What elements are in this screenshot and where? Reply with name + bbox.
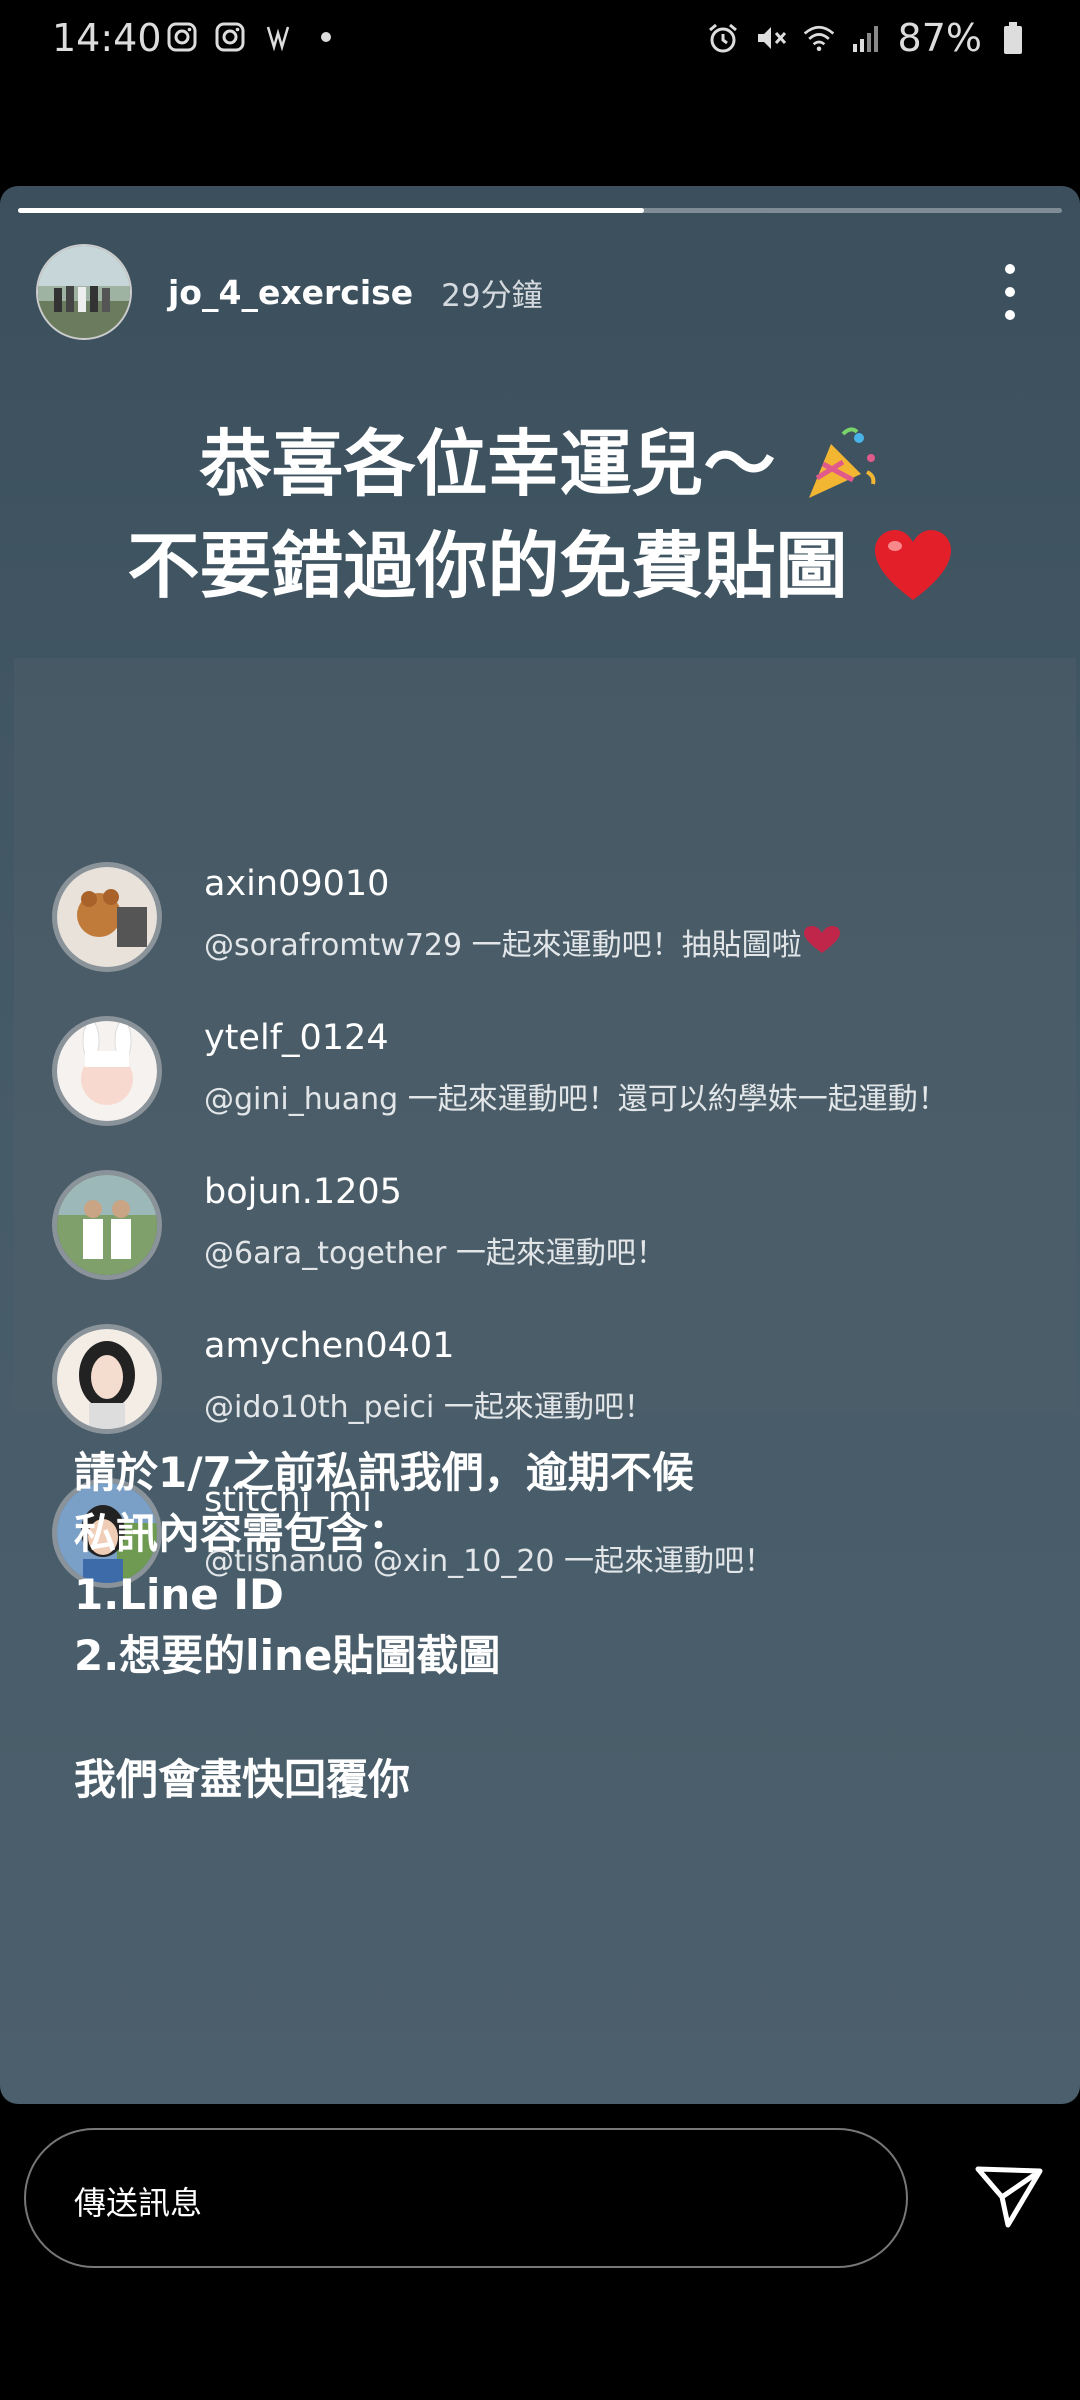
story-viewer[interactable]: jo_4_exercise 29分鐘 恭喜各位幸運兒～ 不要錯過你的免費貼圖 a…: [0, 186, 1080, 2104]
list-item: amychen0401 @ido10th_peici 一起來運動吧！: [14, 1316, 1076, 1466]
signal-icon: [850, 21, 884, 55]
story-progress-bar: [18, 208, 1062, 213]
avatar: [52, 862, 162, 972]
headline-line-1: 恭喜各位幸運兒～: [0, 424, 1080, 515]
dot-icon: [309, 20, 343, 54]
winner-username: amychen0401: [204, 1326, 455, 1366]
red-heart-icon: [873, 528, 953, 615]
winner-comment: @gini_huang 一起來運動吧！還可以約學妹一起運動！: [204, 1082, 948, 1117]
winners-list: axin09010 @sorafromtw729 一起來運動吧！抽貼圖啦 yte…: [14, 658, 1076, 1588]
instruction-reply-note: 我們會盡快回覆你: [74, 1755, 411, 1804]
status-time: 14:40: [52, 16, 162, 60]
winner-comment: @ido10th_peici 一起來運動吧！: [204, 1390, 654, 1425]
profile-avatar[interactable]: [36, 244, 132, 340]
instruction-item-1: 1.Line ID: [74, 1570, 284, 1619]
winner-username: axin09010: [204, 864, 390, 904]
message-input[interactable]: 傳送訊息: [24, 2128, 908, 2268]
alarm-icon: [706, 21, 740, 55]
winner-username: bojun.1205: [204, 1172, 402, 1212]
message-input-placeholder: 傳送訊息: [74, 2184, 203, 2222]
notification-app-icon: [261, 20, 295, 54]
list-item: ytelf_0124 @gini_huang 一起來運動吧！還可以約學妹一起運動…: [14, 1008, 1076, 1158]
instruction-deadline: 請於1/7之前私訊我們，逾期不候: [74, 1448, 694, 1497]
more-options-icon[interactable]: [1000, 264, 1020, 320]
headline-line-2: 不要錯過你的免費貼圖: [0, 528, 1080, 615]
party-popper-icon: [801, 424, 881, 515]
wifi-icon: [802, 21, 836, 55]
winner-comment: @sorafromtw729 一起來運動吧！抽貼圖啦: [204, 920, 842, 964]
avatar: [52, 1324, 162, 1434]
instruction-content-header: 私訊內容需包含：: [74, 1509, 411, 1558]
battery-icon: [996, 21, 1030, 55]
list-item: axin09010 @sorafromtw729 一起來運動吧！抽貼圖啦: [14, 854, 1076, 1004]
heart-sticker-icon: [802, 926, 842, 963]
instagram-icon: [165, 20, 199, 54]
avatar: [52, 1170, 162, 1280]
story-header: jo_4_exercise 29分鐘: [36, 242, 1050, 342]
story-time-ago: 29分鐘: [441, 277, 543, 314]
send-icon[interactable]: [974, 2165, 1044, 2229]
story-username[interactable]: jo_4_exercise: [168, 273, 413, 312]
mute-icon: [754, 21, 788, 55]
winner-username: ytelf_0124: [204, 1018, 389, 1058]
avatar: [52, 1016, 162, 1126]
instagram-icon: [213, 20, 247, 54]
story-progress-fill: [18, 208, 645, 213]
list-item: bojun.1205 @6ara_together 一起來運動吧！: [14, 1162, 1076, 1312]
instruction-item-2: 2.想要的line貼圖截圖: [74, 1631, 501, 1680]
status-bar: 14:40 87%: [0, 0, 1080, 84]
winner-comment: @6ara_together 一起來運動吧！: [204, 1236, 666, 1271]
battery-percent: 87%: [897, 16, 982, 60]
